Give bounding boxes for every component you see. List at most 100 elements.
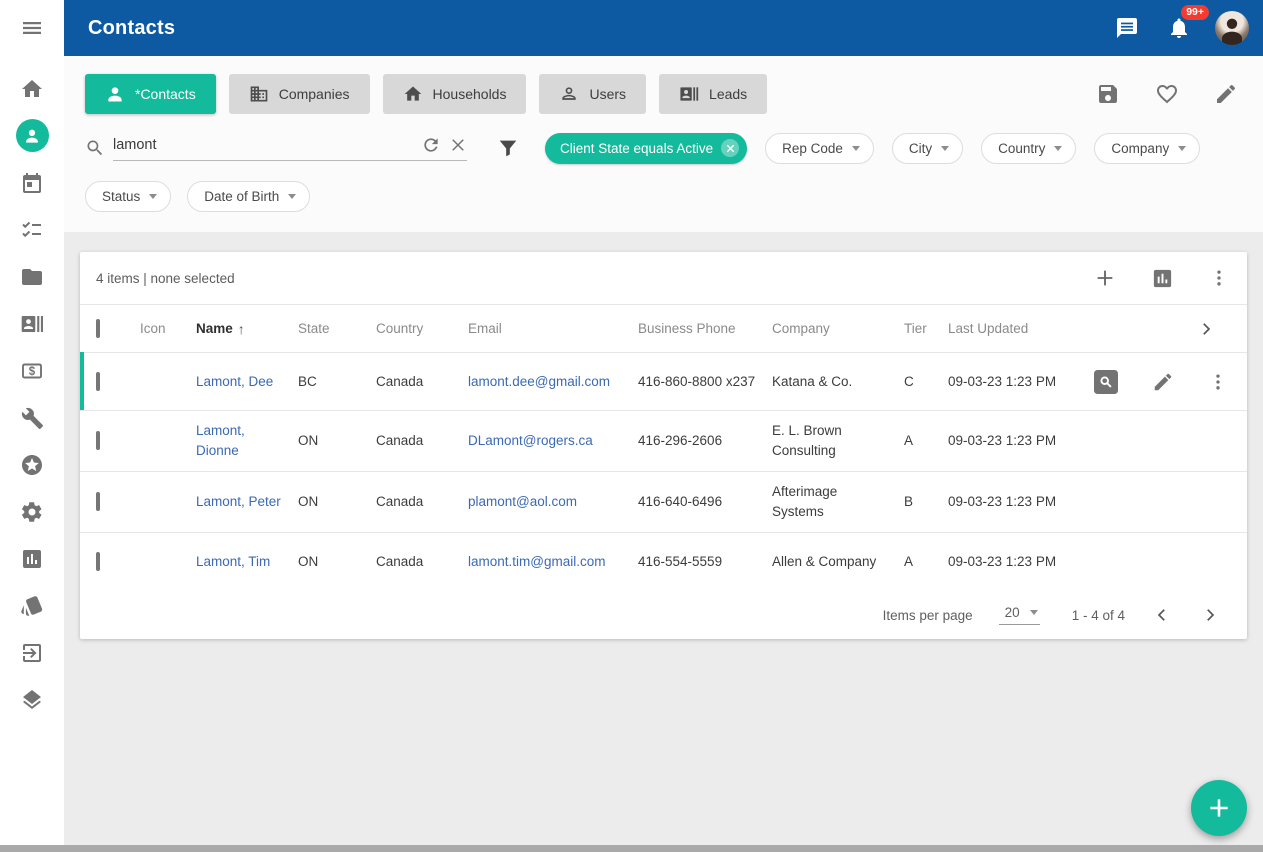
sidebar-item-documents[interactable] bbox=[0, 253, 64, 300]
column-header-last-updated[interactable]: Last Updated bbox=[948, 321, 1090, 336]
tab-companies[interactable]: Companies bbox=[229, 74, 370, 114]
sidebar-item-home[interactable] bbox=[0, 65, 64, 112]
remove-filter-icon[interactable] bbox=[721, 139, 739, 157]
column-header-business-phone[interactable]: Business Phone bbox=[638, 321, 772, 336]
preview-contact-button[interactable] bbox=[1090, 366, 1122, 398]
filter-chip-city[interactable]: City bbox=[892, 133, 963, 164]
column-header-tier[interactable]: Tier bbox=[904, 321, 948, 336]
email-link[interactable]: DLamont@rogers.ca bbox=[468, 433, 593, 448]
next-page-button[interactable] bbox=[1199, 604, 1221, 626]
add-contact-fab[interactable] bbox=[1191, 780, 1247, 836]
tab-label: Households bbox=[433, 86, 507, 102]
filter-chip-label: Company bbox=[1111, 141, 1169, 156]
contact-name-link[interactable]: Lamont, Peter bbox=[196, 494, 281, 509]
filter-button[interactable] bbox=[493, 133, 523, 163]
table-row[interactable]: Lamont, Dee BC Canada lamont.dee@gmail.c… bbox=[80, 353, 1247, 411]
sidebar-item-tags[interactable] bbox=[0, 582, 64, 629]
row-checkbox[interactable] bbox=[96, 431, 100, 450]
sidebar-item-settings[interactable] bbox=[0, 488, 64, 535]
business-phone-cell: 416-296-2606 bbox=[638, 431, 772, 451]
add-column-button[interactable] bbox=[1090, 263, 1120, 293]
gear-icon bbox=[20, 500, 44, 524]
select-all-checkbox[interactable] bbox=[96, 319, 100, 338]
save-view-button[interactable] bbox=[1092, 78, 1124, 110]
email-link[interactable]: lamont.tim@gmail.com bbox=[468, 554, 606, 569]
page-size-select[interactable]: 20 bbox=[999, 605, 1040, 625]
notifications-button[interactable]: 99+ bbox=[1163, 12, 1195, 44]
table-row[interactable]: Lamont, Tim ON Canada lamont.tim@gmail.c… bbox=[80, 533, 1247, 591]
chevron-left-icon bbox=[1153, 606, 1171, 624]
applied-filter-chip[interactable]: Client State equals Active bbox=[545, 133, 747, 164]
column-header-state[interactable]: State bbox=[298, 321, 376, 336]
favorite-view-button[interactable] bbox=[1151, 78, 1183, 110]
filter-chip-date-of-birth[interactable]: Date of Birth bbox=[187, 181, 310, 212]
column-header-company[interactable]: Company bbox=[772, 321, 904, 336]
sidebar-item-tools[interactable] bbox=[0, 394, 64, 441]
chat-button[interactable] bbox=[1111, 12, 1143, 44]
sidebar-item-reports[interactable] bbox=[0, 535, 64, 582]
filter-chip-status[interactable]: Status bbox=[85, 181, 171, 212]
filter-chip-rep-code[interactable]: Rep Code bbox=[765, 133, 874, 164]
country-cell: Canada bbox=[376, 372, 468, 392]
contact-name-link[interactable]: Lamont, Dee bbox=[196, 374, 273, 389]
filter-chip-country[interactable]: Country bbox=[981, 133, 1076, 164]
plus-icon bbox=[1206, 795, 1232, 821]
chart-view-button[interactable] bbox=[1147, 263, 1178, 294]
row-menu-button[interactable] bbox=[1204, 368, 1232, 396]
entity-tabs: *Contacts Companies Households Users Lea… bbox=[85, 74, 1242, 114]
tags-icon bbox=[20, 594, 44, 618]
sidebar-item-tasks[interactable] bbox=[0, 206, 64, 253]
sidebar-item-calendar[interactable] bbox=[0, 159, 64, 206]
clear-search-button[interactable] bbox=[449, 136, 467, 154]
sidebar-item-login[interactable] bbox=[0, 629, 64, 676]
last-updated-cell: 09-03-23 1:23 PM bbox=[948, 552, 1090, 572]
chevron-down-icon bbox=[1054, 146, 1062, 151]
kebab-icon bbox=[1209, 268, 1229, 288]
sidebar-item-billing[interactable]: $ bbox=[0, 347, 64, 394]
filter-chips-row-1: Client State equals Active Rep Code City C… bbox=[545, 133, 1200, 164]
chevron-down-icon bbox=[852, 146, 860, 151]
column-header-email[interactable]: Email bbox=[468, 321, 638, 336]
user-avatar[interactable] bbox=[1215, 11, 1249, 45]
search-row: Client State equals Active Rep Code City C… bbox=[85, 131, 1242, 165]
tab-households[interactable]: Households bbox=[383, 74, 527, 114]
row-checkbox[interactable] bbox=[96, 372, 100, 391]
column-header-name[interactable]: Name ↑ bbox=[196, 321, 298, 337]
search-input[interactable] bbox=[113, 137, 413, 153]
edit-view-button[interactable] bbox=[1210, 78, 1242, 110]
horizontal-scrollbar[interactable] bbox=[0, 845, 1263, 852]
table-menu-button[interactable] bbox=[1205, 264, 1233, 292]
state-cell: ON bbox=[298, 492, 376, 512]
sidebar-item-contacts[interactable] bbox=[0, 112, 64, 159]
plus-icon bbox=[1094, 267, 1116, 289]
contact-name-link[interactable]: Lamont, Tim bbox=[196, 554, 270, 569]
filter-chip-label: City bbox=[909, 141, 932, 156]
tab-users[interactable]: Users bbox=[539, 74, 646, 114]
previous-page-button[interactable] bbox=[1151, 604, 1173, 626]
contact-card-icon bbox=[679, 84, 699, 104]
sidebar-item-favorites[interactable] bbox=[0, 441, 64, 488]
tab-contacts[interactable]: *Contacts bbox=[85, 74, 216, 114]
tab-leads[interactable]: Leads bbox=[659, 74, 767, 114]
menu-icon[interactable] bbox=[0, 0, 64, 56]
contact-name-link[interactable]: Lamont, Dionne bbox=[196, 423, 245, 458]
sidebar-item-layers[interactable] bbox=[0, 676, 64, 723]
email-link[interactable]: lamont.dee@gmail.com bbox=[468, 374, 610, 389]
table-row[interactable]: Lamont, Dionne ON Canada DLamont@rogers.… bbox=[80, 411, 1247, 472]
email-link[interactable]: plamont@aol.com bbox=[468, 494, 577, 509]
table-row[interactable]: Lamont, Peter ON Canada plamont@aol.com … bbox=[80, 472, 1247, 533]
edit-contact-button[interactable] bbox=[1148, 367, 1178, 397]
business-phone-cell: 416-640-6496 bbox=[638, 492, 772, 512]
sidebar-item-leads[interactable] bbox=[0, 300, 64, 347]
refresh-icon bbox=[421, 135, 441, 155]
business-phone-cell: 416-860-8800 x237 bbox=[638, 372, 772, 392]
refresh-button[interactable] bbox=[421, 135, 441, 155]
column-header-icon[interactable]: Icon bbox=[140, 321, 196, 336]
scroll-columns-right-button[interactable] bbox=[1193, 316, 1219, 342]
column-header-country[interactable]: Country bbox=[376, 321, 468, 336]
row-checkbox[interactable] bbox=[96, 552, 100, 571]
last-updated-cell: 09-03-23 1:23 PM bbox=[948, 431, 1090, 451]
layers-icon bbox=[20, 688, 44, 712]
filter-chip-company[interactable]: Company bbox=[1094, 133, 1200, 164]
row-checkbox[interactable] bbox=[96, 492, 100, 511]
